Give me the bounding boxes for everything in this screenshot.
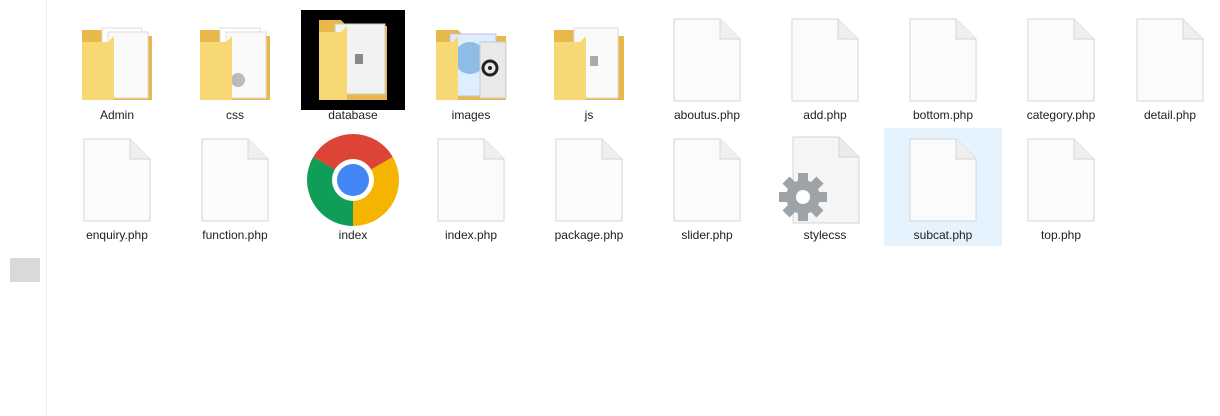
item-label: bottom.php — [912, 108, 974, 122]
file-row-2: enquiry.php function.php index index.php… — [58, 128, 1120, 246]
item-label: stylecss — [803, 228, 847, 242]
item-label: slider.php — [681, 228, 733, 242]
file-package-php[interactable]: package.php — [530, 128, 648, 246]
file-bottom-php[interactable]: bottom.php — [884, 8, 1002, 126]
folder-admin[interactable]: Admin — [58, 8, 176, 126]
file-detail-php[interactable]: detail.php — [1120, 8, 1220, 126]
file-add-php[interactable]: add.php — [766, 8, 884, 126]
item-label: add.php — [803, 108, 847, 122]
item-label: Admin — [99, 108, 134, 122]
file-subcat-php[interactable]: subcat.php — [884, 128, 1002, 246]
php-file-icon — [891, 130, 995, 230]
item-label: enquiry.php — [86, 228, 148, 242]
php-file-icon — [655, 10, 759, 110]
folder-icon — [65, 10, 169, 110]
file-slider-php[interactable]: slider.php — [648, 128, 766, 246]
chrome-icon — [301, 130, 405, 230]
php-file-icon — [183, 130, 287, 230]
item-label: function.php — [202, 228, 268, 242]
file-row-1: Admin css database images js aboutus.php… — [58, 8, 1220, 126]
folder-css[interactable]: css — [176, 8, 294, 126]
folder-icon — [419, 10, 523, 110]
item-label: index — [338, 228, 368, 242]
php-file-icon — [1009, 10, 1113, 110]
item-label: index.php — [444, 228, 498, 242]
item-label: subcat.php — [913, 228, 973, 242]
file-function-php[interactable]: function.php — [176, 128, 294, 246]
file-top-php[interactable]: top.php — [1002, 128, 1120, 246]
folder-js[interactable]: js — [530, 8, 648, 126]
php-file-icon — [655, 130, 759, 230]
php-file-icon — [537, 130, 641, 230]
file-explorer-window: Admin css database images js aboutus.php… — [0, 0, 1220, 416]
settings-file-icon — [773, 130, 877, 230]
folder-icon — [301, 10, 405, 110]
php-file-icon — [1120, 10, 1220, 110]
php-file-icon — [65, 130, 169, 230]
folder-icon — [183, 10, 287, 110]
item-label: detail.php — [1143, 108, 1197, 122]
php-file-icon — [1009, 130, 1113, 230]
item-label: aboutus.php — [673, 108, 741, 122]
item-label: package.php — [554, 228, 624, 242]
folder-icon — [537, 10, 641, 110]
item-label: top.php — [1040, 228, 1082, 242]
php-file-icon — [773, 10, 877, 110]
item-label: images — [451, 108, 491, 122]
navigation-pane — [0, 0, 47, 416]
file-stylecss[interactable]: stylecss — [766, 128, 884, 246]
folder-images[interactable]: images — [412, 8, 530, 126]
file-index-html[interactable]: index — [294, 128, 412, 246]
php-file-icon — [419, 130, 523, 230]
file-category-php[interactable]: category.php — [1002, 8, 1120, 126]
item-label: database — [328, 108, 378, 122]
file-index-php[interactable]: index.php — [412, 128, 530, 246]
file-aboutus-php[interactable]: aboutus.php — [648, 8, 766, 126]
file-enquiry-php[interactable]: enquiry.php — [58, 128, 176, 246]
item-label: category.php — [1026, 108, 1096, 122]
php-file-icon — [891, 10, 995, 110]
folder-database[interactable]: database — [294, 8, 412, 126]
item-label: css — [226, 108, 244, 122]
item-label: js — [584, 108, 594, 122]
nav-pane-scrollbar-thumb[interactable] — [10, 258, 40, 282]
file-list-view: Admin css database images js aboutus.php… — [58, 6, 1220, 416]
